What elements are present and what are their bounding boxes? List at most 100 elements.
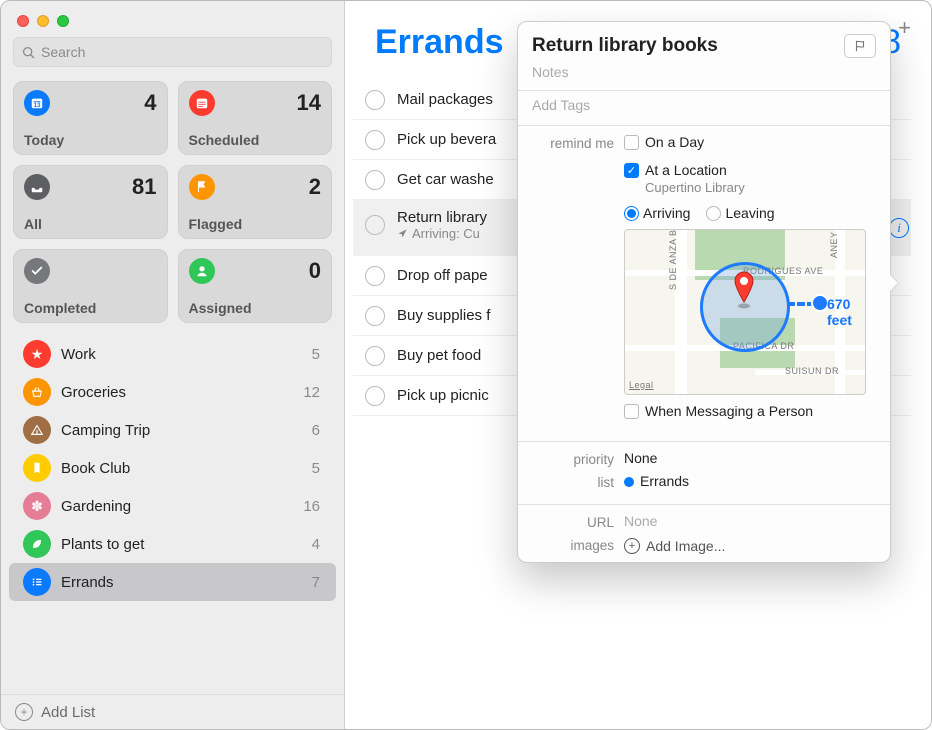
list-count: 12 [303,384,320,401]
remind-section: remind me On a Day ✓At a Location Cupert… [518,126,890,435]
list-name: Work [61,346,302,363]
smart-label: All [24,216,157,232]
sidebar-list-groceries[interactable]: Groceries 12 [9,373,336,411]
list-picker-label: list [532,473,614,490]
smart-scheduled[interactable]: 14 Scheduled [178,81,333,155]
flag-button[interactable] [844,34,876,58]
smart-count: 0 [309,258,321,284]
smart-label: Today [24,132,157,148]
reminder-detail-popover: Return library books Notes Add Tags remi… [517,21,891,563]
list-title: Errands [375,23,504,62]
flag-icon [853,39,867,53]
smart-assigned[interactable]: 0 Assigned [178,249,333,323]
list-name: Camping Trip [61,422,302,439]
bookmark-icon [23,454,51,482]
close-window[interactable] [17,15,29,27]
images-label: images [532,536,614,553]
window-controls [1,1,344,37]
list-name: Gardening [61,498,293,515]
list-collection: ★ Work 5 Groceries 12 Camping Trip 6 Boo… [1,335,344,694]
leaving-radio[interactable]: Leaving [706,205,774,221]
complete-radio[interactable] [365,346,385,366]
popover-tail [889,274,898,292]
on-day-checkbox[interactable]: On a Day [624,134,876,150]
url-field[interactable]: None [624,513,876,529]
plus-icon: + [624,538,640,554]
list-name: Plants to get [61,536,302,553]
at-location-checkbox[interactable]: ✓At a Location [624,162,876,178]
check-icon [24,258,50,284]
url-label: URL [532,513,614,530]
priority-label: priority [532,450,614,467]
list-name: Book Club [61,460,302,477]
priority-value[interactable]: None [624,450,876,466]
geofence-distance: 670 feet [827,296,865,328]
complete-radio[interactable] [365,170,385,190]
remind-label: remind me [532,134,614,151]
popover-title[interactable]: Return library books [532,35,718,57]
add-list-button[interactable]: + Add List [1,694,344,729]
search-icon [22,46,35,59]
calendar-icon [189,90,215,116]
tray-icon [24,174,50,200]
complete-radio[interactable] [365,215,385,235]
leaf-icon [23,530,51,558]
star-icon: ★ [23,340,51,368]
when-messaging-checkbox[interactable]: When Messaging a Person [624,403,876,419]
complete-radio[interactable] [365,306,385,326]
list-picker[interactable]: Errands [624,473,876,489]
list-count: 4 [312,536,320,553]
smart-completed[interactable]: Completed [13,249,168,323]
list-count: 7 [312,574,320,591]
complete-radio[interactable] [365,130,385,150]
add-image-button[interactable]: + Add Image... [624,538,725,554]
smart-count: 2 [309,174,321,200]
sidebar-list-bookclub[interactable]: Book Club 5 [9,449,336,487]
list-icon [23,568,51,596]
sidebar-list-camping[interactable]: Camping Trip 6 [9,411,336,449]
tags-field[interactable]: Add Tags [518,91,890,119]
add-reminder-button[interactable]: + [898,15,911,41]
smart-count: 14 [297,90,321,116]
location-arrow-icon [397,228,408,239]
zoom-window[interactable] [57,15,69,27]
app-window: Search 13 4 Today 14 Scheduled [0,0,932,730]
smart-all[interactable]: 81 All [13,165,168,239]
location-map[interactable]: S DE ANZA BLVD ANEY AVE RODRIGUES AVE PA… [624,229,866,395]
tent-icon [23,416,51,444]
sidebar-list-plants[interactable]: Plants to get 4 [9,525,336,563]
calendar-icon: 13 [24,90,50,116]
smart-flagged[interactable]: 2 Flagged [178,165,333,239]
list-count: 6 [312,422,320,439]
arriving-radio[interactable]: Arriving [624,205,690,221]
person-icon [189,258,215,284]
search-input[interactable]: Search [13,37,332,67]
notes-field[interactable]: Notes [518,64,890,84]
search-container: Search [1,37,344,75]
smart-label: Assigned [189,300,322,316]
complete-radio[interactable] [365,386,385,406]
basket-icon [23,378,51,406]
list-name: Groceries [61,384,293,401]
list-count: 16 [303,498,320,515]
list-count: 5 [312,346,320,363]
minimize-window[interactable] [37,15,49,27]
svg-text:13: 13 [34,102,41,109]
smart-count: 81 [132,174,156,200]
flower-icon: ✽ [23,492,51,520]
info-button[interactable]: i [889,218,909,238]
location-name: Cupertino Library [645,180,876,195]
complete-radio[interactable] [365,266,385,286]
add-list-label: Add List [41,704,95,721]
complete-radio[interactable] [365,90,385,110]
smart-label: Completed [24,300,157,316]
list-count: 5 [312,460,320,477]
sidebar-list-errands[interactable]: Errands 7 [9,563,336,601]
plus-icon: + [15,703,33,721]
smart-label: Flagged [189,216,322,232]
sidebar-list-work[interactable]: ★ Work 5 [9,335,336,373]
smart-label: Scheduled [189,132,322,148]
sidebar-list-gardening[interactable]: ✽ Gardening 16 [9,487,336,525]
smart-today[interactable]: 13 4 Today [13,81,168,155]
sidebar: Search 13 4 Today 14 Scheduled [1,1,345,729]
